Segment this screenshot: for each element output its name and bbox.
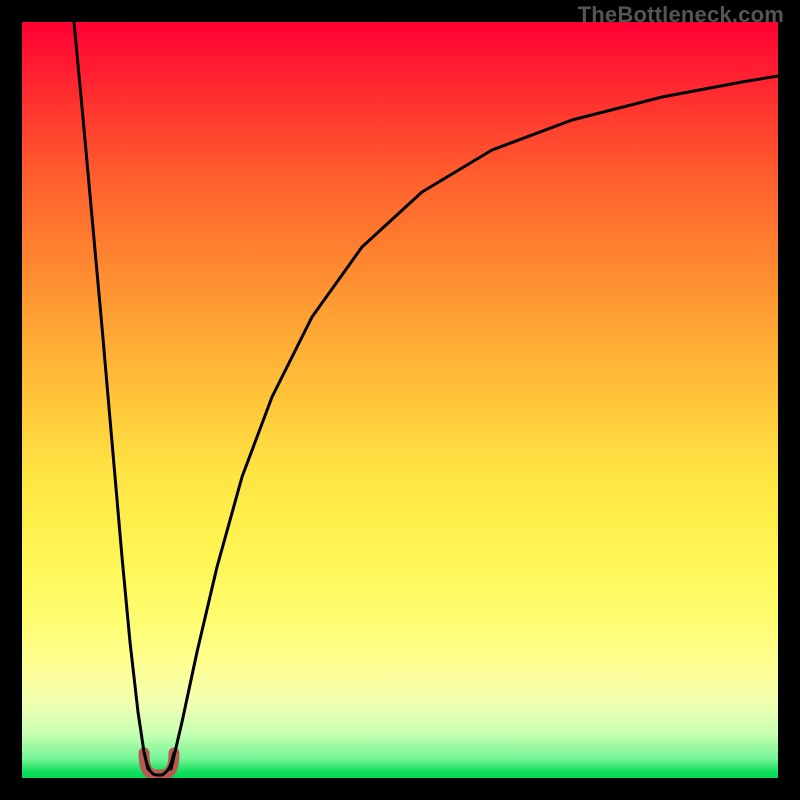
curve-right-branch <box>171 76 778 769</box>
curve-left-branch <box>74 22 148 769</box>
plot-svg <box>22 22 778 778</box>
chart-frame: TheBottleneck.com <box>0 0 800 800</box>
plot-area <box>22 22 778 778</box>
